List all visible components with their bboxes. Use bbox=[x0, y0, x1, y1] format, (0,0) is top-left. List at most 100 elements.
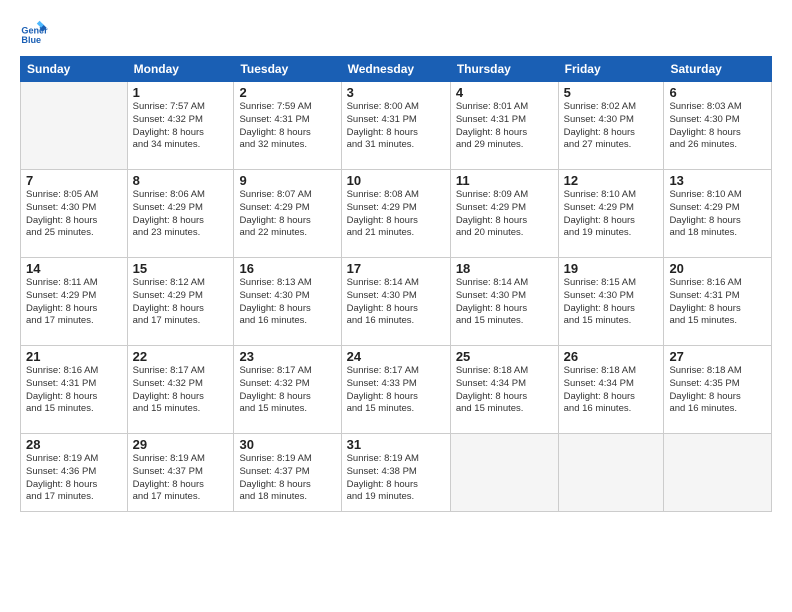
day-number: 30 bbox=[239, 437, 335, 452]
day-number: 21 bbox=[26, 349, 122, 364]
day-number: 18 bbox=[456, 261, 553, 276]
day-number: 6 bbox=[669, 85, 766, 100]
day-number: 5 bbox=[564, 85, 659, 100]
day-number: 20 bbox=[669, 261, 766, 276]
day-info: Sunrise: 8:17 AM Sunset: 4:32 PM Dayligh… bbox=[133, 365, 229, 416]
day-number: 3 bbox=[347, 85, 445, 100]
day-number: 8 bbox=[133, 173, 229, 188]
day-number: 23 bbox=[239, 349, 335, 364]
day-number: 26 bbox=[564, 349, 659, 364]
day-number: 27 bbox=[669, 349, 766, 364]
calendar-cell bbox=[450, 434, 558, 512]
calendar-cell: 15Sunrise: 8:12 AM Sunset: 4:29 PM Dayli… bbox=[127, 258, 234, 346]
calendar-cell: 16Sunrise: 8:13 AM Sunset: 4:30 PM Dayli… bbox=[234, 258, 341, 346]
calendar-cell bbox=[558, 434, 664, 512]
day-number: 7 bbox=[26, 173, 122, 188]
logo: General Blue bbox=[20, 18, 50, 46]
day-number: 17 bbox=[347, 261, 445, 276]
calendar-cell: 31Sunrise: 8:19 AM Sunset: 4:38 PM Dayli… bbox=[341, 434, 450, 512]
day-info: Sunrise: 8:19 AM Sunset: 4:37 PM Dayligh… bbox=[239, 453, 335, 504]
day-info: Sunrise: 8:18 AM Sunset: 4:34 PM Dayligh… bbox=[564, 365, 659, 416]
calendar-cell: 25Sunrise: 8:18 AM Sunset: 4:34 PM Dayli… bbox=[450, 346, 558, 434]
day-info: Sunrise: 8:11 AM Sunset: 4:29 PM Dayligh… bbox=[26, 277, 122, 328]
calendar-cell: 19Sunrise: 8:15 AM Sunset: 4:30 PM Dayli… bbox=[558, 258, 664, 346]
weekday-header-friday: Friday bbox=[558, 57, 664, 82]
calendar-cell: 9Sunrise: 8:07 AM Sunset: 4:29 PM Daylig… bbox=[234, 170, 341, 258]
weekday-header-monday: Monday bbox=[127, 57, 234, 82]
calendar-cell: 12Sunrise: 8:10 AM Sunset: 4:29 PM Dayli… bbox=[558, 170, 664, 258]
day-info: Sunrise: 7:57 AM Sunset: 4:32 PM Dayligh… bbox=[133, 101, 229, 152]
day-info: Sunrise: 8:19 AM Sunset: 4:37 PM Dayligh… bbox=[133, 453, 229, 504]
day-info: Sunrise: 7:59 AM Sunset: 4:31 PM Dayligh… bbox=[239, 101, 335, 152]
day-info: Sunrise: 8:13 AM Sunset: 4:30 PM Dayligh… bbox=[239, 277, 335, 328]
header: General Blue bbox=[20, 18, 772, 46]
calendar-cell: 1Sunrise: 7:57 AM Sunset: 4:32 PM Daylig… bbox=[127, 82, 234, 170]
day-info: Sunrise: 8:15 AM Sunset: 4:30 PM Dayligh… bbox=[564, 277, 659, 328]
weekday-header-sunday: Sunday bbox=[21, 57, 128, 82]
day-info: Sunrise: 8:08 AM Sunset: 4:29 PM Dayligh… bbox=[347, 189, 445, 240]
day-info: Sunrise: 8:18 AM Sunset: 4:35 PM Dayligh… bbox=[669, 365, 766, 416]
calendar-cell: 21Sunrise: 8:16 AM Sunset: 4:31 PM Dayli… bbox=[21, 346, 128, 434]
day-number: 22 bbox=[133, 349, 229, 364]
calendar-table: SundayMondayTuesdayWednesdayThursdayFrid… bbox=[20, 56, 772, 512]
day-info: Sunrise: 8:19 AM Sunset: 4:36 PM Dayligh… bbox=[26, 453, 122, 504]
calendar-cell: 23Sunrise: 8:17 AM Sunset: 4:32 PM Dayli… bbox=[234, 346, 341, 434]
calendar-cell: 29Sunrise: 8:19 AM Sunset: 4:37 PM Dayli… bbox=[127, 434, 234, 512]
calendar-cell: 11Sunrise: 8:09 AM Sunset: 4:29 PM Dayli… bbox=[450, 170, 558, 258]
calendar-cell: 6Sunrise: 8:03 AM Sunset: 4:30 PM Daylig… bbox=[664, 82, 772, 170]
weekday-header-saturday: Saturday bbox=[664, 57, 772, 82]
day-number: 1 bbox=[133, 85, 229, 100]
calendar-cell: 10Sunrise: 8:08 AM Sunset: 4:29 PM Dayli… bbox=[341, 170, 450, 258]
calendar-cell: 27Sunrise: 8:18 AM Sunset: 4:35 PM Dayli… bbox=[664, 346, 772, 434]
day-number: 31 bbox=[347, 437, 445, 452]
day-info: Sunrise: 8:02 AM Sunset: 4:30 PM Dayligh… bbox=[564, 101, 659, 152]
day-info: Sunrise: 8:16 AM Sunset: 4:31 PM Dayligh… bbox=[26, 365, 122, 416]
logo-icon: General Blue bbox=[20, 18, 48, 46]
week-row-2: 7Sunrise: 8:05 AM Sunset: 4:30 PM Daylig… bbox=[21, 170, 772, 258]
weekday-header-tuesday: Tuesday bbox=[234, 57, 341, 82]
day-info: Sunrise: 8:09 AM Sunset: 4:29 PM Dayligh… bbox=[456, 189, 553, 240]
calendar-cell: 30Sunrise: 8:19 AM Sunset: 4:37 PM Dayli… bbox=[234, 434, 341, 512]
calendar-cell: 24Sunrise: 8:17 AM Sunset: 4:33 PM Dayli… bbox=[341, 346, 450, 434]
week-row-5: 28Sunrise: 8:19 AM Sunset: 4:36 PM Dayli… bbox=[21, 434, 772, 512]
day-number: 28 bbox=[26, 437, 122, 452]
day-info: Sunrise: 8:10 AM Sunset: 4:29 PM Dayligh… bbox=[564, 189, 659, 240]
day-number: 15 bbox=[133, 261, 229, 276]
day-info: Sunrise: 8:07 AM Sunset: 4:29 PM Dayligh… bbox=[239, 189, 335, 240]
calendar-cell: 8Sunrise: 8:06 AM Sunset: 4:29 PM Daylig… bbox=[127, 170, 234, 258]
calendar-cell: 7Sunrise: 8:05 AM Sunset: 4:30 PM Daylig… bbox=[21, 170, 128, 258]
calendar-cell: 20Sunrise: 8:16 AM Sunset: 4:31 PM Dayli… bbox=[664, 258, 772, 346]
day-info: Sunrise: 8:03 AM Sunset: 4:30 PM Dayligh… bbox=[669, 101, 766, 152]
calendar-cell: 17Sunrise: 8:14 AM Sunset: 4:30 PM Dayli… bbox=[341, 258, 450, 346]
calendar-cell: 4Sunrise: 8:01 AM Sunset: 4:31 PM Daylig… bbox=[450, 82, 558, 170]
day-info: Sunrise: 8:00 AM Sunset: 4:31 PM Dayligh… bbox=[347, 101, 445, 152]
day-info: Sunrise: 8:01 AM Sunset: 4:31 PM Dayligh… bbox=[456, 101, 553, 152]
day-number: 13 bbox=[669, 173, 766, 188]
day-number: 29 bbox=[133, 437, 229, 452]
weekday-header-row: SundayMondayTuesdayWednesdayThursdayFrid… bbox=[21, 57, 772, 82]
svg-text:Blue: Blue bbox=[21, 35, 41, 45]
calendar-page: General Blue SundayMondayTuesdayWednesda… bbox=[0, 0, 792, 612]
weekday-header-wednesday: Wednesday bbox=[341, 57, 450, 82]
calendar-cell: 22Sunrise: 8:17 AM Sunset: 4:32 PM Dayli… bbox=[127, 346, 234, 434]
week-row-4: 21Sunrise: 8:16 AM Sunset: 4:31 PM Dayli… bbox=[21, 346, 772, 434]
day-info: Sunrise: 8:17 AM Sunset: 4:33 PM Dayligh… bbox=[347, 365, 445, 416]
week-row-3: 14Sunrise: 8:11 AM Sunset: 4:29 PM Dayli… bbox=[21, 258, 772, 346]
day-number: 25 bbox=[456, 349, 553, 364]
day-number: 4 bbox=[456, 85, 553, 100]
day-number: 9 bbox=[239, 173, 335, 188]
day-number: 19 bbox=[564, 261, 659, 276]
calendar-cell bbox=[21, 82, 128, 170]
calendar-cell: 2Sunrise: 7:59 AM Sunset: 4:31 PM Daylig… bbox=[234, 82, 341, 170]
calendar-cell: 26Sunrise: 8:18 AM Sunset: 4:34 PM Dayli… bbox=[558, 346, 664, 434]
day-number: 10 bbox=[347, 173, 445, 188]
calendar-cell: 18Sunrise: 8:14 AM Sunset: 4:30 PM Dayli… bbox=[450, 258, 558, 346]
day-number: 16 bbox=[239, 261, 335, 276]
day-info: Sunrise: 8:10 AM Sunset: 4:29 PM Dayligh… bbox=[669, 189, 766, 240]
day-info: Sunrise: 8:17 AM Sunset: 4:32 PM Dayligh… bbox=[239, 365, 335, 416]
calendar-cell: 28Sunrise: 8:19 AM Sunset: 4:36 PM Dayli… bbox=[21, 434, 128, 512]
day-info: Sunrise: 8:19 AM Sunset: 4:38 PM Dayligh… bbox=[347, 453, 445, 504]
calendar-cell: 3Sunrise: 8:00 AM Sunset: 4:31 PM Daylig… bbox=[341, 82, 450, 170]
day-info: Sunrise: 8:12 AM Sunset: 4:29 PM Dayligh… bbox=[133, 277, 229, 328]
day-info: Sunrise: 8:14 AM Sunset: 4:30 PM Dayligh… bbox=[456, 277, 553, 328]
